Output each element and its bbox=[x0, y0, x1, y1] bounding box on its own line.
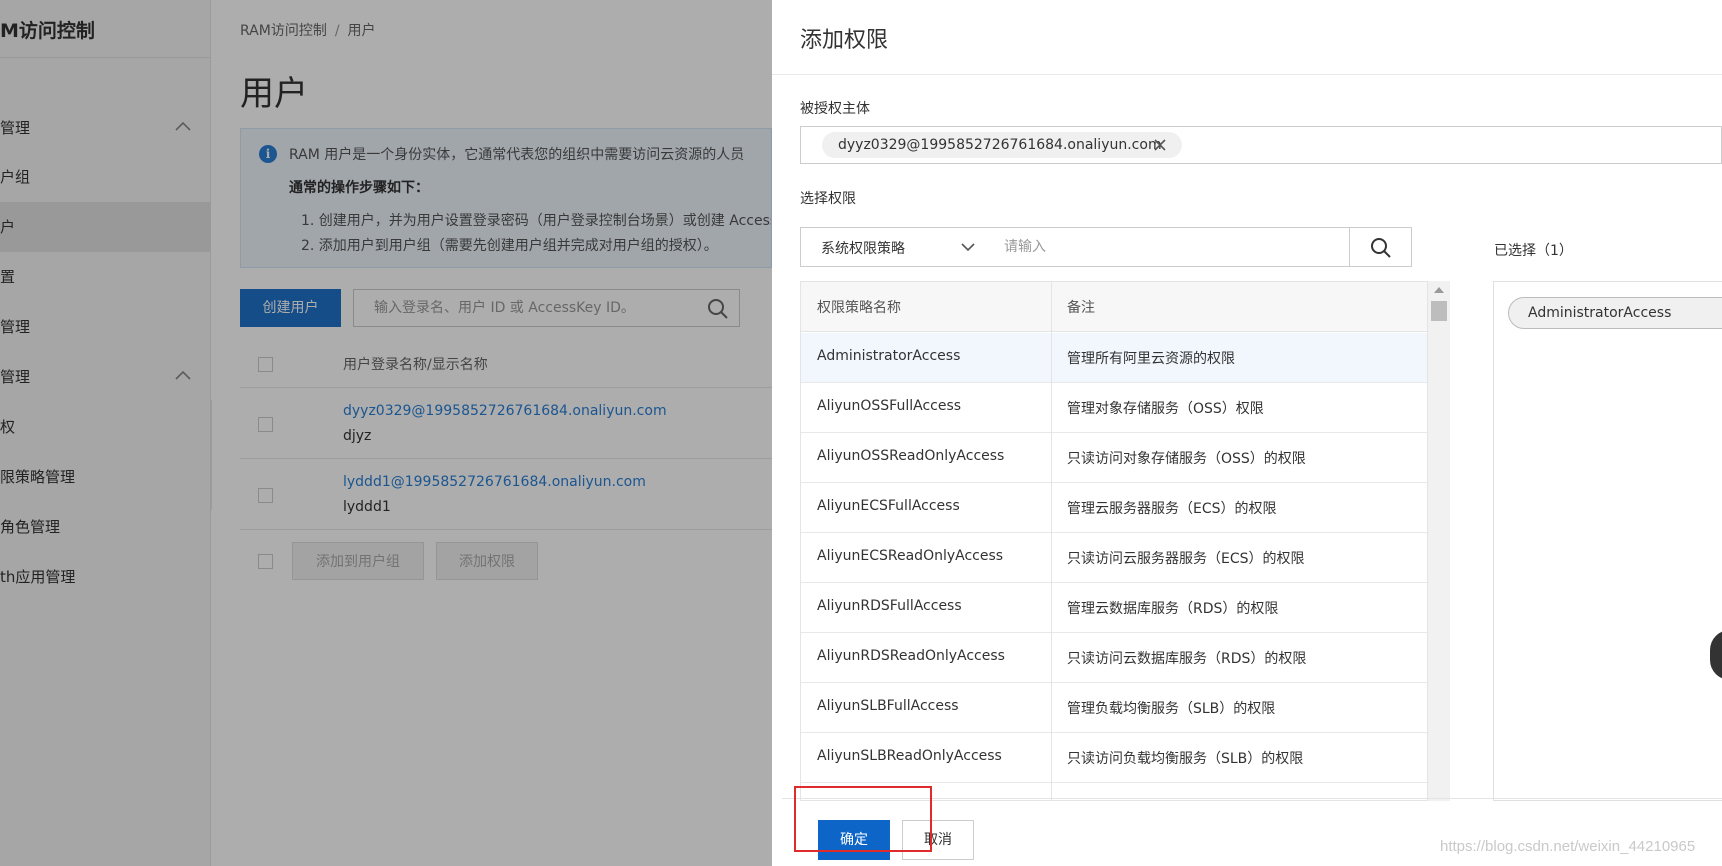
policy-name: AliyunOSSReadOnlyAccess bbox=[817, 448, 1005, 464]
table-row[interactable]: AliyunECSFullAccess 管理云服务器服务（ECS）的权限 bbox=[801, 483, 1427, 533]
policy-name: AliyunSLBFullAccess bbox=[817, 698, 959, 714]
policy-name: AliyunRDSReadOnlyAccess bbox=[817, 648, 1005, 664]
principal-tag: dyyz0329@1995852726761684.onaliyun.com bbox=[822, 132, 1182, 158]
scrollbar-thumb[interactable] bbox=[1431, 301, 1447, 321]
policy-note: 管理负载均衡服务（SLB）的权限 bbox=[1067, 701, 1276, 717]
policy-note: 只读访问云服务器服务（ECS）的权限 bbox=[1067, 551, 1305, 567]
policy-name: AliyunOSSFullAccess bbox=[817, 398, 962, 414]
policy-table-scrollbar[interactable] bbox=[1428, 281, 1450, 801]
policy-search-button[interactable] bbox=[1349, 228, 1411, 266]
scroll-up-icon[interactable] bbox=[1434, 287, 1444, 293]
policy-note: 只读访问负载均衡服务（SLB）的权限 bbox=[1067, 751, 1304, 767]
table-row[interactable]: AliyunRDSFullAccess 管理云数据库服务（RDS）的权限 bbox=[801, 583, 1427, 633]
drawer-title: 添加权限 bbox=[800, 28, 889, 53]
selected-policies-panel: AdministratorAccess bbox=[1493, 281, 1722, 801]
policy-table: 权限策略名称 备注 AdministratorAccess 管理所有阿里云资源的… bbox=[800, 281, 1428, 801]
chevron-down-icon bbox=[961, 243, 975, 252]
policy-search-box bbox=[984, 227, 1412, 267]
policy-search-input[interactable] bbox=[984, 228, 1344, 266]
policy-name: AdministratorAccess bbox=[817, 348, 961, 364]
policy-table-header: 权限策略名称 备注 bbox=[801, 282, 1427, 332]
search-icon bbox=[1371, 238, 1391, 258]
annotation-highlight-box bbox=[794, 786, 932, 852]
select-permission-label: 选择权限 bbox=[800, 191, 856, 207]
policy-name: AliyunRDSFullAccess bbox=[817, 598, 962, 614]
column-divider bbox=[1051, 282, 1052, 800]
selected-count-label: 已选择（1） bbox=[1494, 243, 1573, 259]
table-row[interactable]: AliyunOSSReadOnlyAccess 只读访问对象存储服务（OSS）的… bbox=[801, 433, 1427, 483]
table-row[interactable]: AliyunOSSFullAccess 管理对象存储服务（OSS）权限 bbox=[801, 383, 1427, 433]
table-row[interactable]: AliyunSLBFullAccess 管理负载均衡服务（SLB）的权限 bbox=[801, 683, 1427, 733]
modal-overlay[interactable] bbox=[0, 0, 772, 866]
policy-note: 管理云服务器服务（ECS）的权限 bbox=[1067, 501, 1277, 517]
column-header-note: 备注 bbox=[1067, 300, 1095, 316]
table-row[interactable]: AliyunRDSReadOnlyAccess 只读访问云数据库服务（RDS）的… bbox=[801, 633, 1427, 683]
policy-note: 只读访问云数据库服务（RDS）的权限 bbox=[1067, 651, 1307, 667]
principal-field[interactable]: dyyz0329@1995852726761684.onaliyun.com bbox=[800, 126, 1722, 164]
add-permission-drawer: 添加权限 被授权主体 dyyz0329@1995852726761684.ona… bbox=[772, 0, 1722, 866]
policy-name: AliyunECSReadOnlyAccess bbox=[817, 548, 1004, 564]
selected-policy-tag[interactable]: AdministratorAccess bbox=[1508, 297, 1722, 329]
principal-tag-text: dyyz0329@1995852726761684.onaliyun.com bbox=[838, 137, 1162, 153]
policy-note: 只读访问对象存储服务（OSS）的权限 bbox=[1067, 451, 1306, 467]
table-row[interactable]: AliyunSLBReadOnlyAccess 只读访问负载均衡服务（SLB）的… bbox=[801, 733, 1427, 783]
policy-note: 管理所有阿里云资源的权限 bbox=[1067, 351, 1235, 367]
policy-note: 管理云数据库服务（RDS）的权限 bbox=[1067, 601, 1279, 617]
close-icon[interactable] bbox=[1154, 139, 1166, 151]
drawer-divider bbox=[772, 74, 1722, 75]
table-row[interactable]: AdministratorAccess 管理所有阿里云资源的权限 bbox=[801, 333, 1427, 383]
watermark: https://blog.csdn.net/weixin_44210965 bbox=[1440, 838, 1696, 855]
table-row[interactable]: AliyunECSReadOnlyAccess 只读访问云服务器服务（ECS）的… bbox=[801, 533, 1427, 583]
policy-type-select[interactable]: 系统权限策略 bbox=[800, 227, 985, 267]
policy-name: AliyunECSFullAccess bbox=[817, 498, 960, 514]
policy-note: 管理对象存储服务（OSS）权限 bbox=[1067, 401, 1264, 417]
policy-type-value: 系统权限策略 bbox=[821, 241, 905, 257]
policy-name: AliyunSLBReadOnlyAccess bbox=[817, 748, 1002, 764]
column-header-policy-name: 权限策略名称 bbox=[817, 300, 901, 316]
principal-label: 被授权主体 bbox=[800, 101, 870, 117]
